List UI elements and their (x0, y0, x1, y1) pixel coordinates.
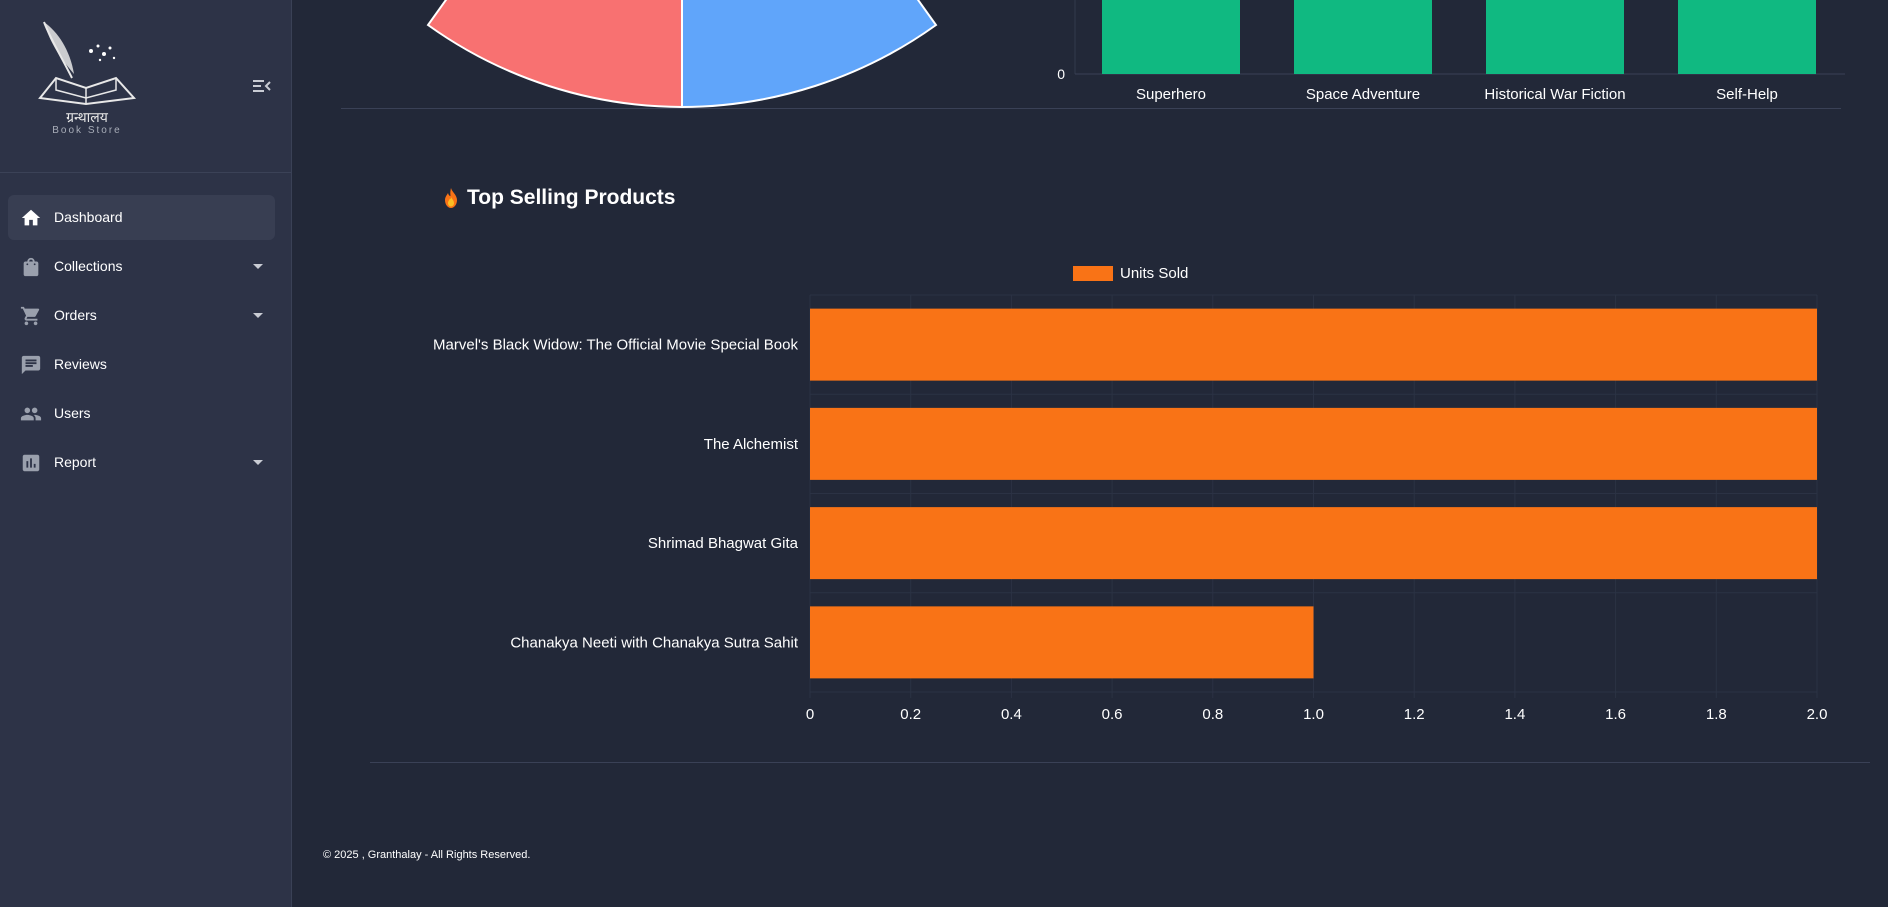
chart-bar (810, 407, 1817, 480)
y-tick-label: 0 (1057, 66, 1065, 82)
category-bar (1678, 0, 1816, 74)
logo-area: ग्रन्थालय Book Store (0, 0, 291, 173)
chevron-down-icon[interactable] (253, 264, 263, 269)
y-tick-label: Marvel's Black Widow: The Official Movie… (433, 337, 798, 354)
users-icon (20, 407, 42, 421)
sidebar-item-label: Users (54, 405, 91, 421)
pie-slice (426, 0, 683, 109)
section-divider (341, 108, 1841, 109)
x-tick-label: Superhero (1136, 86, 1206, 103)
category-bar (1102, 0, 1240, 74)
sidebar-collapse-icon[interactable] (253, 78, 271, 94)
sidebar-item-label: Dashboard (54, 209, 123, 225)
chart-bar (810, 308, 1817, 381)
sidebar-item-label: Orders (54, 307, 97, 323)
x-tick-label: 0.2 (900, 706, 921, 723)
chevron-down-icon[interactable] (253, 460, 263, 465)
top-selling-chart-svg: Units Sold 0 0.2 0.4 0.6 0.8 1.0 1.2 1.4 1.6 1.8 2.… (433, 265, 1828, 723)
x-tick-label: 0.6 (1102, 706, 1123, 723)
sidebar-item-reviews[interactable]: Reviews (8, 342, 275, 387)
y-tick-label: The Alchemist (704, 436, 799, 453)
pie-slice (681, 0, 938, 109)
legend-label: Units Sold (1120, 265, 1188, 282)
category-bar (1486, 0, 1624, 74)
footer-copyright: © 2025 , Granthalay - All Rights Reserve… (323, 849, 531, 861)
x-tick-label: 2.0 (1807, 706, 1828, 723)
review-icon (21, 355, 41, 375)
sidebar-item-label: Report (54, 454, 97, 470)
x-tick-label: 1.8 (1706, 706, 1727, 723)
section-divider (370, 762, 1870, 763)
brand-subtitle: Book Store (52, 125, 122, 136)
x-tick-label: 0.4 (1001, 706, 1022, 723)
shopping-bag-icon (23, 257, 39, 277)
legend-swatch (1073, 266, 1113, 281)
sidebar-item-dashboard[interactable]: Dashboard (8, 195, 275, 240)
section-title-text: Top Selling Products (467, 186, 676, 209)
book-quill-logo-icon (38, 21, 137, 106)
x-tick-label: 0.8 (1202, 706, 1223, 723)
y-tick-label: Chanakya Neeti with Chanakya Sutra Sahit (510, 634, 798, 651)
sidebar-item-collections[interactable]: Collections (8, 244, 275, 289)
chart-bar (810, 507, 1817, 580)
category-bar (1294, 0, 1432, 74)
chart-bar (810, 606, 1314, 679)
sidebar-nav: Dashboard Collections Orders Reviews Use… (8, 195, 275, 489)
report-icon (22, 454, 40, 472)
home-icon (21, 209, 41, 226)
sidebar-item-orders[interactable]: Orders (8, 293, 275, 338)
x-tick-label: 0 (806, 706, 814, 723)
category-pie-chart (380, 0, 940, 115)
x-tick-label: 1.2 (1404, 706, 1425, 723)
cart-icon (20, 306, 40, 326)
sidebar-item-users[interactable]: Users (8, 391, 275, 436)
sidebar-item-report[interactable]: Report (8, 440, 275, 485)
x-tick-label: Self-Help (1716, 86, 1778, 103)
x-tick-label: 1.4 (1504, 706, 1525, 723)
sidebar: ग्रन्थालय Book Store Dashboard Collectio… (0, 0, 292, 907)
sidebar-item-label: Reviews (54, 356, 107, 372)
brand-logo[interactable]: ग्रन्थालय Book Store (36, 18, 138, 136)
x-tick-label: 1.0 (1303, 706, 1324, 723)
x-tick-label: 1.6 (1605, 706, 1626, 723)
chevron-down-icon[interactable] (253, 313, 263, 318)
top-selling-title: Top Selling Products (443, 186, 675, 210)
x-tick-label: Space Adventure (1306, 86, 1420, 103)
fire-icon (445, 188, 457, 208)
category-bar-chart: 0 Superhero Space Adventure Historical War… (1035, 0, 1845, 113)
y-tick-label: Shrimad Bhagwat Gita (648, 535, 799, 552)
sidebar-item-label: Collections (54, 258, 123, 274)
top-selling-chart: Units Sold 0 0.2 0.4 0.6 0.8 1.0 1.2 1.4 1.6 1.8 2.… (400, 255, 1860, 730)
x-tick-label: Historical War Fiction (1484, 86, 1625, 103)
